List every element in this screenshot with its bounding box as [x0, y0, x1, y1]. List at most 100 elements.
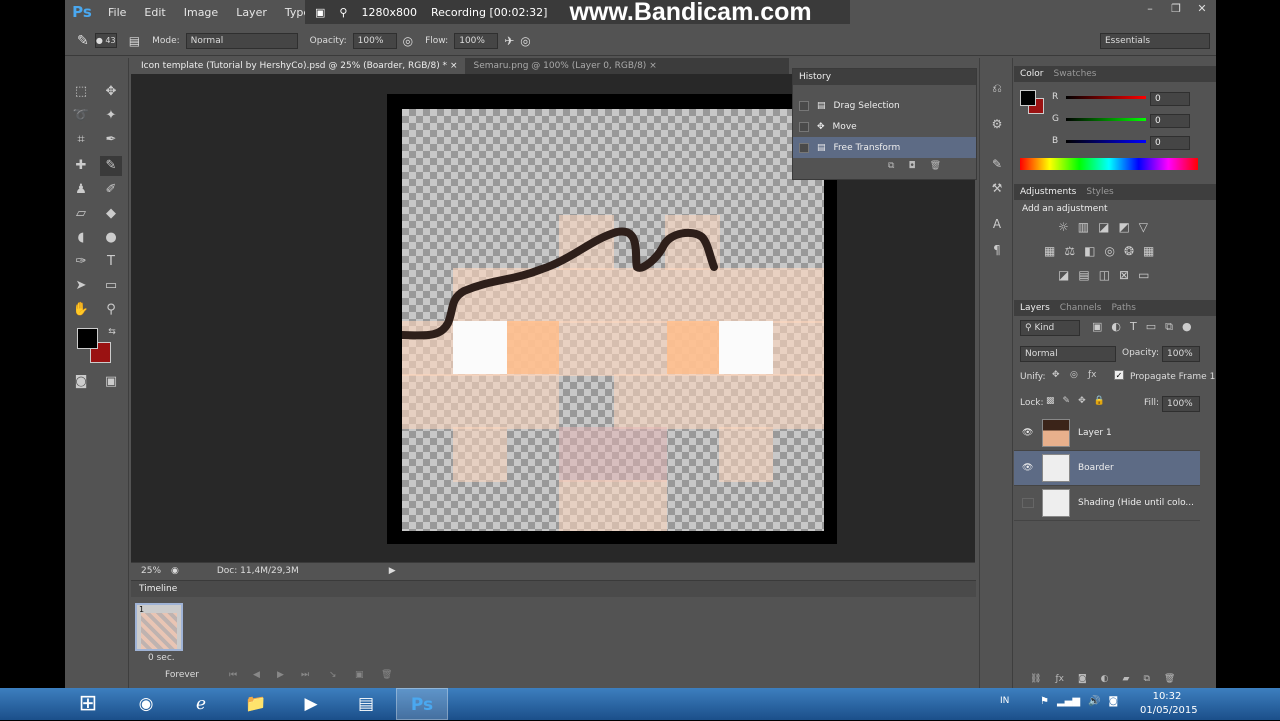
- hand-tool-icon[interactable]: ✋: [70, 300, 92, 320]
- tab-swatches[interactable]: Swatches: [1054, 69, 1097, 79]
- path-selection-tool-icon[interactable]: ➤: [70, 276, 92, 296]
- link-layers-icon[interactable]: ⛓: [1030, 674, 1041, 684]
- lock-transparency-icon[interactable]: ▩: [1046, 396, 1055, 406]
- start-button[interactable]: ⊞: [62, 688, 114, 720]
- unify-position-icon[interactable]: ✥: [1052, 370, 1060, 380]
- history-item[interactable]: ▤ Free Transform: [793, 137, 976, 158]
- color-spectrum[interactable]: [1020, 158, 1198, 170]
- channel-mixer-icon[interactable]: ❂: [1124, 244, 1134, 258]
- tray-network-icon[interactable]: ▂▄▆: [1057, 696, 1080, 707]
- kind-filter[interactable]: ⚲ Kind: [1020, 320, 1080, 336]
- fill-field[interactable]: 100%: [1162, 396, 1200, 412]
- layer-style-icon[interactable]: ƒx: [1055, 674, 1064, 684]
- flow-field[interactable]: 100%: [454, 32, 499, 49]
- export-icon[interactable]: ◉: [171, 566, 179, 576]
- layer-name[interactable]: Shading (Hide until colo...: [1078, 498, 1194, 508]
- frame-1[interactable]: 1: [135, 603, 183, 651]
- paragraph-icon[interactable]: ¶: [987, 240, 1007, 260]
- tab-semaru[interactable]: Semaru.png @ 100% (Layer 0, RGB/8) ×: [465, 58, 664, 74]
- lock-pixels-icon[interactable]: ✎: [1063, 396, 1071, 406]
- menu-edit[interactable]: Edit: [135, 6, 174, 19]
- b-value[interactable]: 0: [1150, 136, 1190, 150]
- document-canvas[interactable]: [387, 94, 837, 544]
- language-indicator[interactable]: IN: [1000, 696, 1009, 706]
- snapshot-icon[interactable]: ◘: [908, 161, 915, 171]
- zoom-tool-icon[interactable]: ⚲: [100, 300, 122, 320]
- new-layer-icon[interactable]: ⧉: [1143, 674, 1149, 684]
- brightness-icon[interactable]: ☼: [1058, 220, 1069, 234]
- airbrush-icon[interactable]: ✈: [504, 34, 514, 48]
- first-frame-icon[interactable]: ⏮: [229, 670, 237, 680]
- timeline-title[interactable]: Timeline: [139, 584, 177, 594]
- new-group-icon[interactable]: ▰: [1123, 674, 1130, 684]
- tab-icon-template[interactable]: Icon template (Tutorial by HershyCo).psd…: [133, 58, 466, 74]
- tray-app-icon[interactable]: ◙: [1109, 696, 1119, 707]
- lock-position-icon[interactable]: ✥: [1078, 396, 1086, 406]
- prev-frame-icon[interactable]: ◀: [253, 670, 260, 680]
- adjustment-layer-icon[interactable]: ◐: [1101, 674, 1109, 684]
- menu-file[interactable]: File: [99, 6, 135, 19]
- clone-stamp-tool-icon[interactable]: ♟: [70, 180, 92, 200]
- curves-icon[interactable]: ◪: [1098, 220, 1109, 234]
- history-panel-icon[interactable]: ⎌: [987, 78, 1007, 98]
- history-title[interactable]: History: [799, 72, 831, 82]
- layer-mask-icon[interactable]: ◙: [1078, 674, 1087, 684]
- gradient-map-icon[interactable]: ⊠: [1119, 268, 1129, 282]
- type-filter-icon[interactable]: T: [1130, 320, 1137, 334]
- vibrance-icon[interactable]: ▽: [1139, 220, 1148, 234]
- menu-layer[interactable]: Layer: [227, 6, 276, 19]
- media-player-icon[interactable]: ▶: [285, 688, 337, 720]
- swap-colors-icon[interactable]: ⇆: [101, 322, 123, 342]
- sticky-notes-icon[interactable]: ▤: [340, 688, 392, 720]
- fg-color-chip[interactable]: [1020, 90, 1036, 106]
- history-item[interactable]: ✥ Move: [793, 116, 976, 137]
- unify-visibility-icon[interactable]: ◎: [1070, 370, 1078, 380]
- tray-volume-icon[interactable]: 🔊: [1088, 696, 1100, 707]
- filter-toggle-icon[interactable]: ●: [1182, 320, 1192, 334]
- threshold-icon[interactable]: ◫: [1099, 268, 1110, 282]
- minimize-button[interactable]: –: [1140, 2, 1160, 16]
- brush-panel-icon[interactable]: ▤: [129, 34, 140, 48]
- pixel-art-icon[interactable]: [402, 109, 824, 531]
- brush-preset-picker[interactable]: ● 43: [94, 33, 117, 48]
- pressure-opacity-icon[interactable]: ◎: [403, 34, 413, 48]
- tab-paths[interactable]: Paths: [1111, 303, 1135, 313]
- selective-color-icon[interactable]: ▭: [1138, 268, 1149, 282]
- posterize-icon[interactable]: ▤: [1078, 268, 1089, 282]
- history-item[interactable]: ▤ Drag Selection: [793, 95, 976, 116]
- levels-icon[interactable]: ▥: [1078, 220, 1089, 234]
- chrome-icon[interactable]: ◉: [120, 688, 172, 720]
- unify-style-icon[interactable]: ƒx: [1088, 370, 1097, 380]
- lasso-tool-icon[interactable]: ➰: [70, 106, 92, 126]
- eraser-tool-icon[interactable]: ▱: [70, 204, 92, 224]
- tray-flag-icon[interactable]: ⚑: [1040, 696, 1049, 707]
- layer-row-layer-1[interactable]: 👁 Layer 1: [1014, 416, 1200, 451]
- tool-presets-icon[interactable]: ⚒: [987, 178, 1007, 198]
- dodge-tool-icon[interactable]: ●: [100, 228, 122, 248]
- next-frame-icon[interactable]: ⏭: [301, 670, 309, 680]
- history-brush-tool-icon[interactable]: ✐: [100, 180, 122, 200]
- propagate-checkbox[interactable]: ✓: [1114, 370, 1124, 380]
- eyedropper-tool-icon[interactable]: ✒: [100, 130, 122, 150]
- pen-tool-icon[interactable]: ✑: [70, 252, 92, 272]
- blur-tool-icon[interactable]: ◖: [70, 228, 92, 248]
- trash-icon[interactable]: 🗑: [930, 161, 941, 171]
- properties-icon[interactable]: ⚙: [987, 114, 1007, 134]
- lock-all-icon[interactable]: 🔒: [1094, 396, 1105, 406]
- delete-layer-icon[interactable]: 🗑: [1164, 674, 1175, 684]
- invert-icon[interactable]: ◪: [1058, 268, 1069, 282]
- r-value[interactable]: 0: [1150, 92, 1190, 106]
- photoshop-taskbar-icon[interactable]: Ps: [396, 688, 448, 720]
- layer-name[interactable]: Layer 1: [1078, 428, 1112, 438]
- brush-tool-icon[interactable]: ✎: [77, 33, 89, 49]
- close-button[interactable]: ✕: [1192, 2, 1212, 16]
- shape-filter-icon[interactable]: ▭: [1146, 320, 1156, 334]
- tween-icon[interactable]: ↘: [329, 670, 337, 680]
- eye-icon[interactable]: 👁: [1022, 463, 1034, 473]
- brush-tool-icon[interactable]: ✎: [100, 156, 122, 176]
- close-tab-icon[interactable]: ×: [649, 61, 657, 71]
- move-tool-icon[interactable]: ✥: [100, 82, 122, 102]
- workspace-select[interactable]: Essentials: [1100, 32, 1210, 49]
- opacity-field[interactable]: 100%: [352, 32, 397, 49]
- layer-name[interactable]: Boarder: [1078, 463, 1114, 473]
